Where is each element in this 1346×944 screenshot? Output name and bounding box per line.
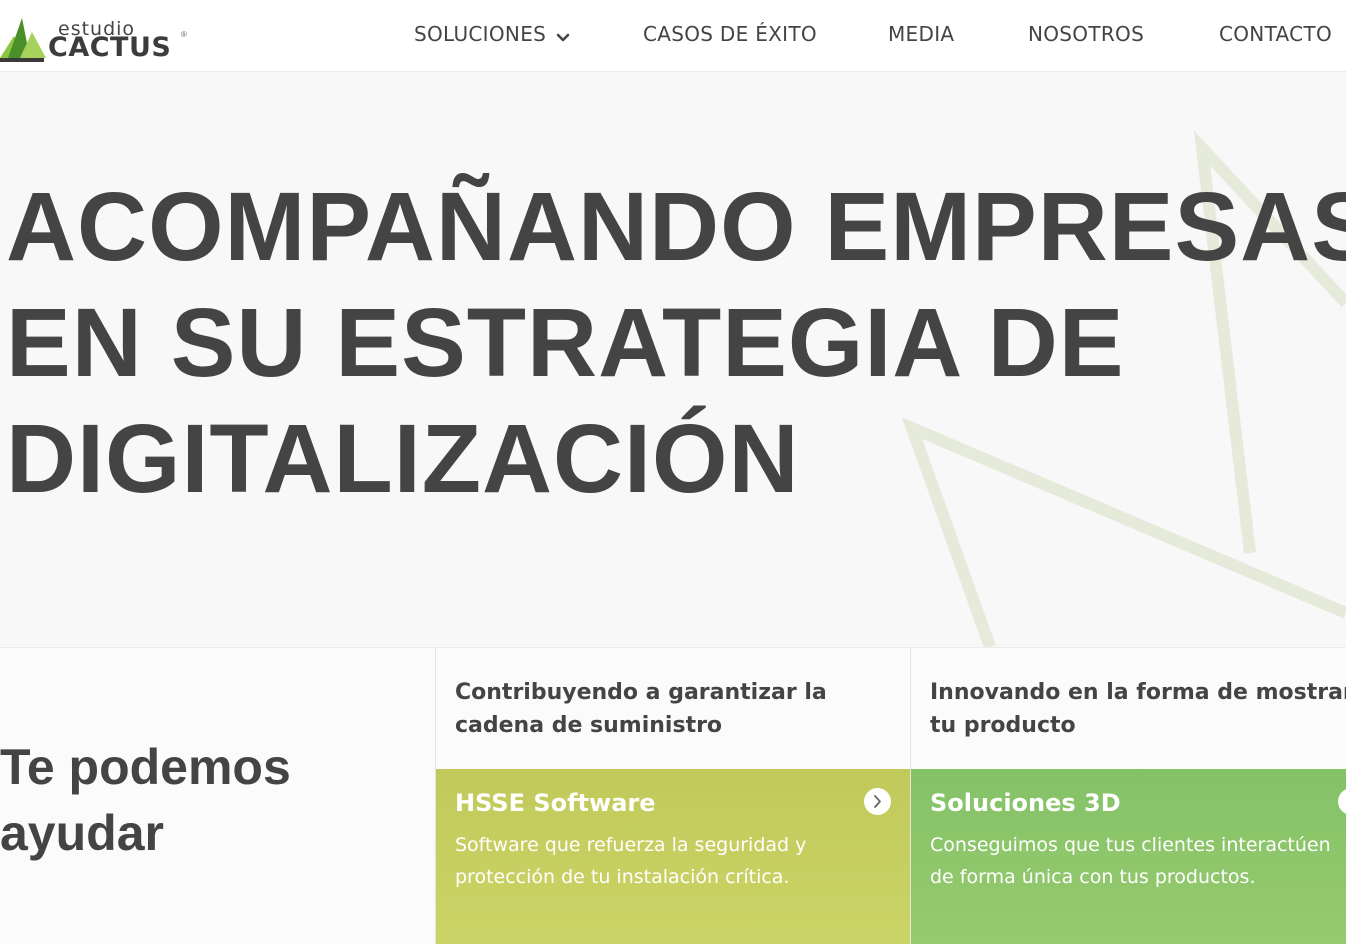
hero-title-line: DIGITALIZACIÓN: [6, 404, 800, 513]
hero-title-line: ACOMPAÑANDO EMPRESAS: [6, 172, 1346, 281]
help-heading-line: ayudar: [0, 805, 164, 861]
hero-section: ACOMPAÑANDO EMPRESAS EN SU ESTRATEGIA DE…: [0, 73, 1346, 647]
cactus-logo-icon: [0, 18, 46, 62]
nav-nosotros[interactable]: NOSOTROS: [1028, 22, 1144, 46]
soluciones-3d-card[interactable]: Soluciones 3D Conseguimos que tus client…: [911, 769, 1346, 944]
service-column-supply-chain: Contribuyendo a garantizar la cadena de …: [435, 648, 911, 944]
chevron-right-icon[interactable]: [1338, 788, 1346, 815]
card-description-line: Software que refuerza la seguridad y: [455, 834, 807, 856]
card-description-line: Conseguimos que tus clientes interactúen: [930, 834, 1331, 856]
column-heading: Contribuyendo a garantizar la cadena de …: [455, 676, 827, 742]
site-header: estudio CACTUS ® SOLUCIONES CASOS DE ÉXI…: [0, 0, 1346, 72]
hero-title: ACOMPAÑANDO EMPRESAS EN SU ESTRATEGIA DE…: [6, 169, 1346, 517]
chevron-right-icon[interactable]: [864, 788, 891, 815]
column-heading: Innovando en la forma de mostrar tu prod…: [930, 676, 1346, 742]
column-heading-line: Innovando en la forma de mostrar: [930, 680, 1346, 705]
logo-registered-mark: ®: [181, 30, 187, 39]
card-title: HSSE Software: [455, 789, 656, 817]
chevron-down-icon: [556, 24, 570, 48]
site-logo[interactable]: estudio CACTUS ®: [0, 8, 200, 64]
column-heading-line: cadena de suministro: [455, 713, 723, 738]
nav-casos-de-exito[interactable]: CASOS DE ÉXITO: [643, 22, 817, 46]
card-description-line: protección de tu instalación crítica.: [455, 866, 790, 888]
card-description: Conseguimos que tus clientes interactúen…: [930, 829, 1331, 893]
hero-title-line: EN SU ESTRATEGIA DE: [6, 288, 1125, 397]
hsse-software-card[interactable]: HSSE Software Software que refuerza la s…: [436, 769, 911, 944]
column-heading-line: Contribuyendo a garantizar la: [455, 680, 827, 705]
help-heading-line: Te podemos: [0, 739, 291, 795]
nav-media[interactable]: MEDIA: [888, 22, 954, 46]
nav-contacto[interactable]: CONTACTO: [1219, 22, 1332, 46]
card-title: Soluciones 3D: [930, 789, 1121, 817]
services-section: Te podemos ayudar Contribuyendo a garant…: [0, 647, 1346, 944]
column-heading-line: tu producto: [930, 713, 1076, 738]
card-description-line: de forma única con tus productos.: [930, 866, 1256, 888]
logo-brand-text: CACTUS: [48, 32, 172, 63]
nav-soluciones[interactable]: SOLUCIONES: [414, 22, 570, 48]
service-column-product: Innovando en la forma de mostrar tu prod…: [910, 648, 1346, 944]
card-description: Software que refuerza la seguridad y pro…: [455, 829, 806, 893]
help-heading: Te podemos ayudar: [0, 734, 291, 866]
nav-soluciones-label: SOLUCIONES: [414, 22, 547, 46]
